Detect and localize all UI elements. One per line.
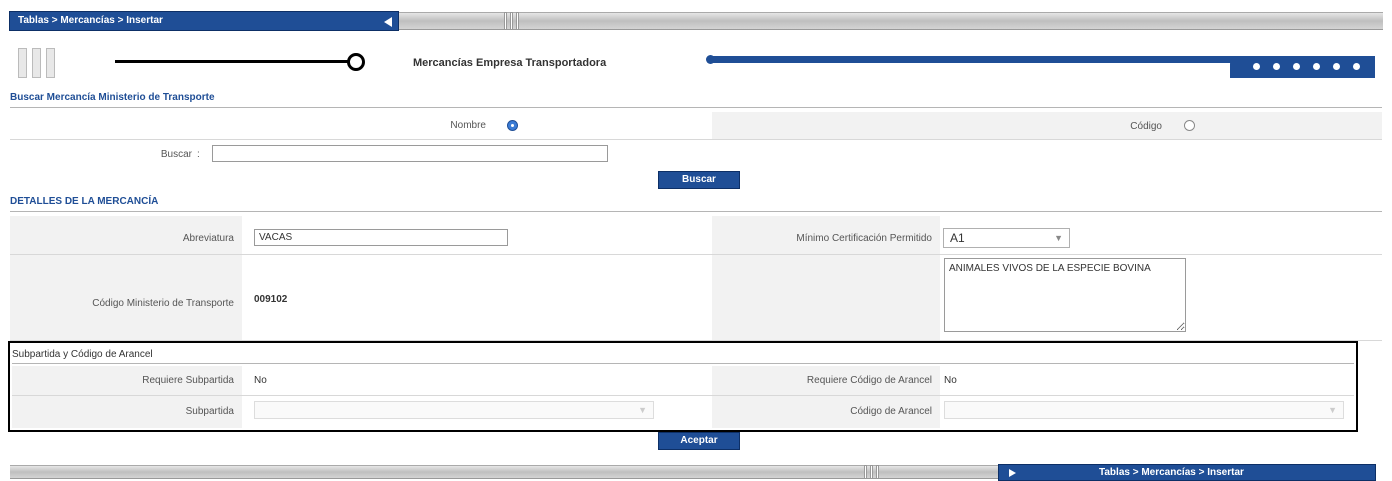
- grip-icon[interactable]: [504, 12, 519, 30]
- tab-title[interactable]: Mercancías Empresa Transportadora: [413, 57, 606, 69]
- descripcion-textarea[interactable]: [944, 258, 1186, 332]
- breadcrumb-text: Tablas > Mercancías > Insertar: [18, 15, 163, 26]
- search-label: Buscar: [160, 149, 192, 160]
- footer-breadcrumb-text: Tablas > Mercancías > Insertar: [1099, 467, 1244, 478]
- details-section-title: DETALLES DE LA MERCANCÍA: [10, 196, 1382, 212]
- footer-strip: [10, 465, 1000, 479]
- codigo-arancel-label: Código de Arancel: [850, 406, 932, 417]
- radio-nombre[interactable]: [507, 120, 518, 131]
- expand-arrow-icon[interactable]: [1009, 469, 1016, 477]
- chevron-down-icon: ▼: [1328, 405, 1337, 415]
- pagination-dots-icon[interactable]: [1253, 63, 1360, 70]
- panel-grip-icon: [18, 48, 55, 78]
- chevron-down-icon: ▼: [638, 405, 647, 415]
- subpartida-select[interactable]: ▼: [254, 401, 654, 419]
- radio-nombre-label: Nombre: [450, 120, 486, 131]
- footer-grip-icon[interactable]: [864, 465, 879, 479]
- radio-row: [10, 112, 1382, 140]
- breadcrumb[interactable]: Tablas > Mercancías > Insertar: [9, 11, 399, 31]
- search-section-title: Buscar Mercancía Ministerio de Transport…: [10, 92, 1382, 108]
- header-strip: [399, 12, 1383, 30]
- requiere-subpartida-label: Requiere Subpartida: [142, 375, 234, 386]
- radio-codigo[interactable]: [1184, 120, 1195, 131]
- minimo-select-value: A1: [950, 231, 965, 245]
- codigo-ministerio-value: 009102: [254, 294, 288, 305]
- codigo-arancel-select[interactable]: ▼: [944, 401, 1344, 419]
- progress-line: [115, 60, 355, 63]
- radio-codigo-label: Código: [1130, 121, 1162, 132]
- requiere-subpartida-value: No: [254, 375, 267, 386]
- search-button[interactable]: Buscar: [658, 171, 740, 189]
- requiere-codigo-label: Requiere Código de Arancel: [806, 375, 932, 386]
- subpartida-section-title: Subpartida y Código de Arancel: [12, 349, 1354, 364]
- collapse-arrow-icon[interactable]: [384, 17, 392, 27]
- codigo-ministerio-label: Código Ministerio de Transporte: [92, 298, 234, 309]
- minimo-label: Mínimo Certificación Permitido: [796, 233, 932, 244]
- subpartida-label: Subpartida: [185, 406, 234, 417]
- requiere-codigo-value: No: [944, 375, 957, 386]
- minimo-select[interactable]: A1 ▼: [943, 228, 1070, 248]
- accept-button[interactable]: Aceptar: [658, 432, 740, 450]
- abreviatura-input[interactable]: [254, 229, 508, 246]
- chevron-down-icon: ▼: [1054, 233, 1063, 243]
- search-input[interactable]: [212, 145, 608, 162]
- footer-breadcrumb[interactable]: Tablas > Mercancías > Insertar: [998, 464, 1376, 481]
- progress-knob-icon: [347, 53, 365, 71]
- abreviatura-label: Abreviatura: [182, 233, 234, 244]
